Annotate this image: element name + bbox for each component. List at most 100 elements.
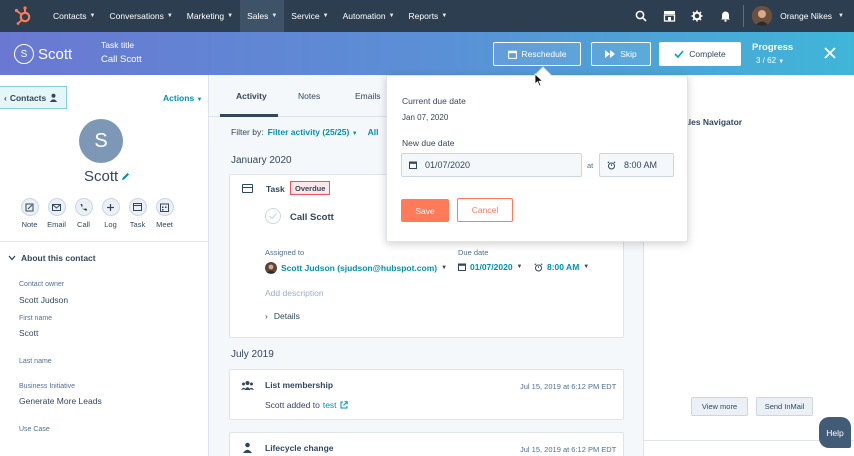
back-to-contacts-button[interactable]: ‹ Contacts [0, 86, 67, 109]
chevron-down-icon: ▼ [166, 13, 173, 19]
first-name-label: First name [19, 315, 53, 322]
contact-owner-value[interactable]: Scott Judson [19, 295, 68, 305]
quick-actions: Note Email Call Log Task Meet [20, 198, 174, 229]
checkmark-icon [674, 50, 684, 58]
filter-row: Filter by: Filter activity (25/25) ▼ All [231, 127, 379, 137]
view-more-button[interactable]: View more [691, 397, 748, 416]
complete-button[interactable]: Complete [659, 42, 741, 66]
current-due-date-value: Jan 07, 2020 [402, 113, 449, 122]
due-time-dropdown[interactable]: 8:00 AM ▼ [534, 262, 589, 272]
call-action-label: Call [77, 220, 90, 229]
call-action[interactable]: Call [74, 198, 93, 229]
nav-marketing-label: Marketing [186, 11, 225, 21]
nav-reports[interactable]: Reports ▼ [402, 0, 455, 32]
chevron-down-icon: ▼ [196, 97, 203, 103]
task-card-title[interactable]: Call Scott [290, 212, 334, 223]
due-date-label: Due date [458, 248, 489, 257]
chevron-down-icon: ▼ [351, 131, 358, 137]
nav-sales[interactable]: Sales ▼ [240, 0, 285, 32]
bell-icon[interactable] [711, 0, 739, 32]
task-action[interactable]: Task [128, 198, 147, 229]
calendar-icon [155, 198, 174, 216]
new-date-value: 01/07/2020 [425, 160, 471, 170]
complete-task-checkbox[interactable] [265, 208, 281, 224]
nav-automation-label: Automation [342, 11, 386, 21]
nav-conversations[interactable]: Conversations ▼ [103, 0, 180, 32]
task-icon [242, 184, 253, 193]
skip-button[interactable]: Skip [591, 42, 651, 66]
tab-emails[interactable]: Emails [355, 91, 381, 101]
task-type-label: Task [266, 184, 285, 194]
details-toggle[interactable]: › Details [265, 311, 300, 321]
contact-pill[interactable]: S Scott [14, 42, 72, 66]
top-navigation: Contacts ▼ Conversations ▼ Marketing ▼ Sale… [0, 0, 854, 32]
meet-action[interactable]: Meet [155, 198, 174, 229]
gear-icon[interactable] [683, 0, 711, 32]
task-action-label: Task [129, 220, 146, 229]
send-inmail-button[interactable]: Send InMail [756, 397, 813, 416]
assigned-to-dropdown[interactable]: Scott Judson (sjudson@hubspot.com) ▼ [265, 262, 447, 274]
add-description-field[interactable]: Add description [265, 288, 324, 298]
user-avatar[interactable] [752, 6, 773, 26]
user-name[interactable]: Orange Nikes [780, 11, 832, 21]
chevron-down-icon: ▼ [271, 13, 278, 19]
cancel-button[interactable]: Cancel [457, 198, 513, 222]
filter-activity-dropdown[interactable]: Filter activity (25/25) ▼ [268, 127, 358, 137]
search-icon[interactable] [627, 0, 655, 32]
first-name-value[interactable]: Scott [19, 328, 38, 338]
calendar-icon [507, 50, 517, 59]
new-due-date-label: New due date [402, 138, 455, 148]
people-icon [241, 381, 254, 390]
tab-activity[interactable]: Activity [236, 91, 267, 101]
current-due-date-label: Current due date [402, 96, 466, 106]
nav-contacts[interactable]: Contacts ▼ [46, 0, 103, 32]
note-action[interactable]: Note [20, 198, 39, 229]
nav-marketing[interactable]: Marketing ▼ [180, 0, 240, 32]
email-action[interactable]: Email [47, 198, 66, 229]
new-due-time-input[interactable]: 8:00 AM [599, 153, 674, 177]
due-date-dropdown[interactable]: 01/07/2020 ▼ [458, 262, 523, 272]
new-time-value: 8:00 AM [624, 160, 658, 170]
overdue-badge: Overdue [290, 181, 331, 195]
business-initiative-value[interactable]: Generate More Leads [19, 396, 102, 406]
details-label: Details [273, 311, 300, 321]
chevron-down-icon[interactable]: ▼ [838, 13, 844, 19]
nav-divider [743, 5, 745, 27]
skip-label: Skip [620, 49, 637, 59]
reschedule-button[interactable]: Reschedule [493, 42, 581, 66]
nav-automation[interactable]: Automation ▼ [336, 0, 402, 32]
log-action-label: Log [104, 220, 117, 229]
tab-notes[interactable]: Notes [298, 91, 320, 101]
email-action-label: Email [47, 220, 66, 229]
progress-value[interactable]: 3 / 62 ▼ [756, 56, 784, 65]
nav-service-label: Service [291, 11, 320, 21]
assigned-to-value: Scott Judson (sjudson@hubspot.com) [281, 263, 438, 273]
edit-pencil-icon[interactable] [121, 172, 130, 181]
task-icon [128, 198, 147, 216]
task-header-banner: S Scott Task title Call Scott Reschedule… [0, 32, 854, 75]
use-case-label: Use Case [19, 426, 50, 433]
marketplace-icon[interactable] [655, 0, 683, 32]
nav-conversations-label: Conversations [109, 11, 164, 21]
filter-all-dropdown[interactable]: All [368, 127, 379, 137]
nav-service[interactable]: Service ▼ [284, 0, 335, 32]
task-title: Call Scott [101, 54, 142, 65]
list-link[interactable]: test [323, 400, 337, 410]
new-due-date-input[interactable]: 01/07/2020 [401, 153, 582, 177]
actions-dropdown[interactable]: Actions ▼ [163, 93, 203, 103]
about-heading: About this contact [21, 253, 96, 263]
chevron-right-icon: › [265, 311, 268, 321]
top-nav-right: Orange Nikes ▼ [627, 0, 854, 32]
external-link-icon[interactable] [340, 401, 348, 409]
close-icon[interactable] [822, 45, 838, 61]
list-membership-timestamp: Jul 15, 2019 at 6:12 PM EDT [520, 382, 617, 391]
help-button[interactable]: Help [819, 417, 851, 448]
note-icon [20, 198, 39, 216]
header-contact-name: Scott [38, 45, 73, 63]
chevron-down-icon [8, 255, 16, 261]
about-contact-toggle[interactable]: About this contact [8, 253, 96, 263]
log-action[interactable]: Log [101, 198, 120, 229]
chevron-down-icon: ▼ [441, 265, 448, 271]
save-button[interactable]: Save [401, 199, 449, 222]
hubspot-logo-icon[interactable] [12, 5, 34, 27]
